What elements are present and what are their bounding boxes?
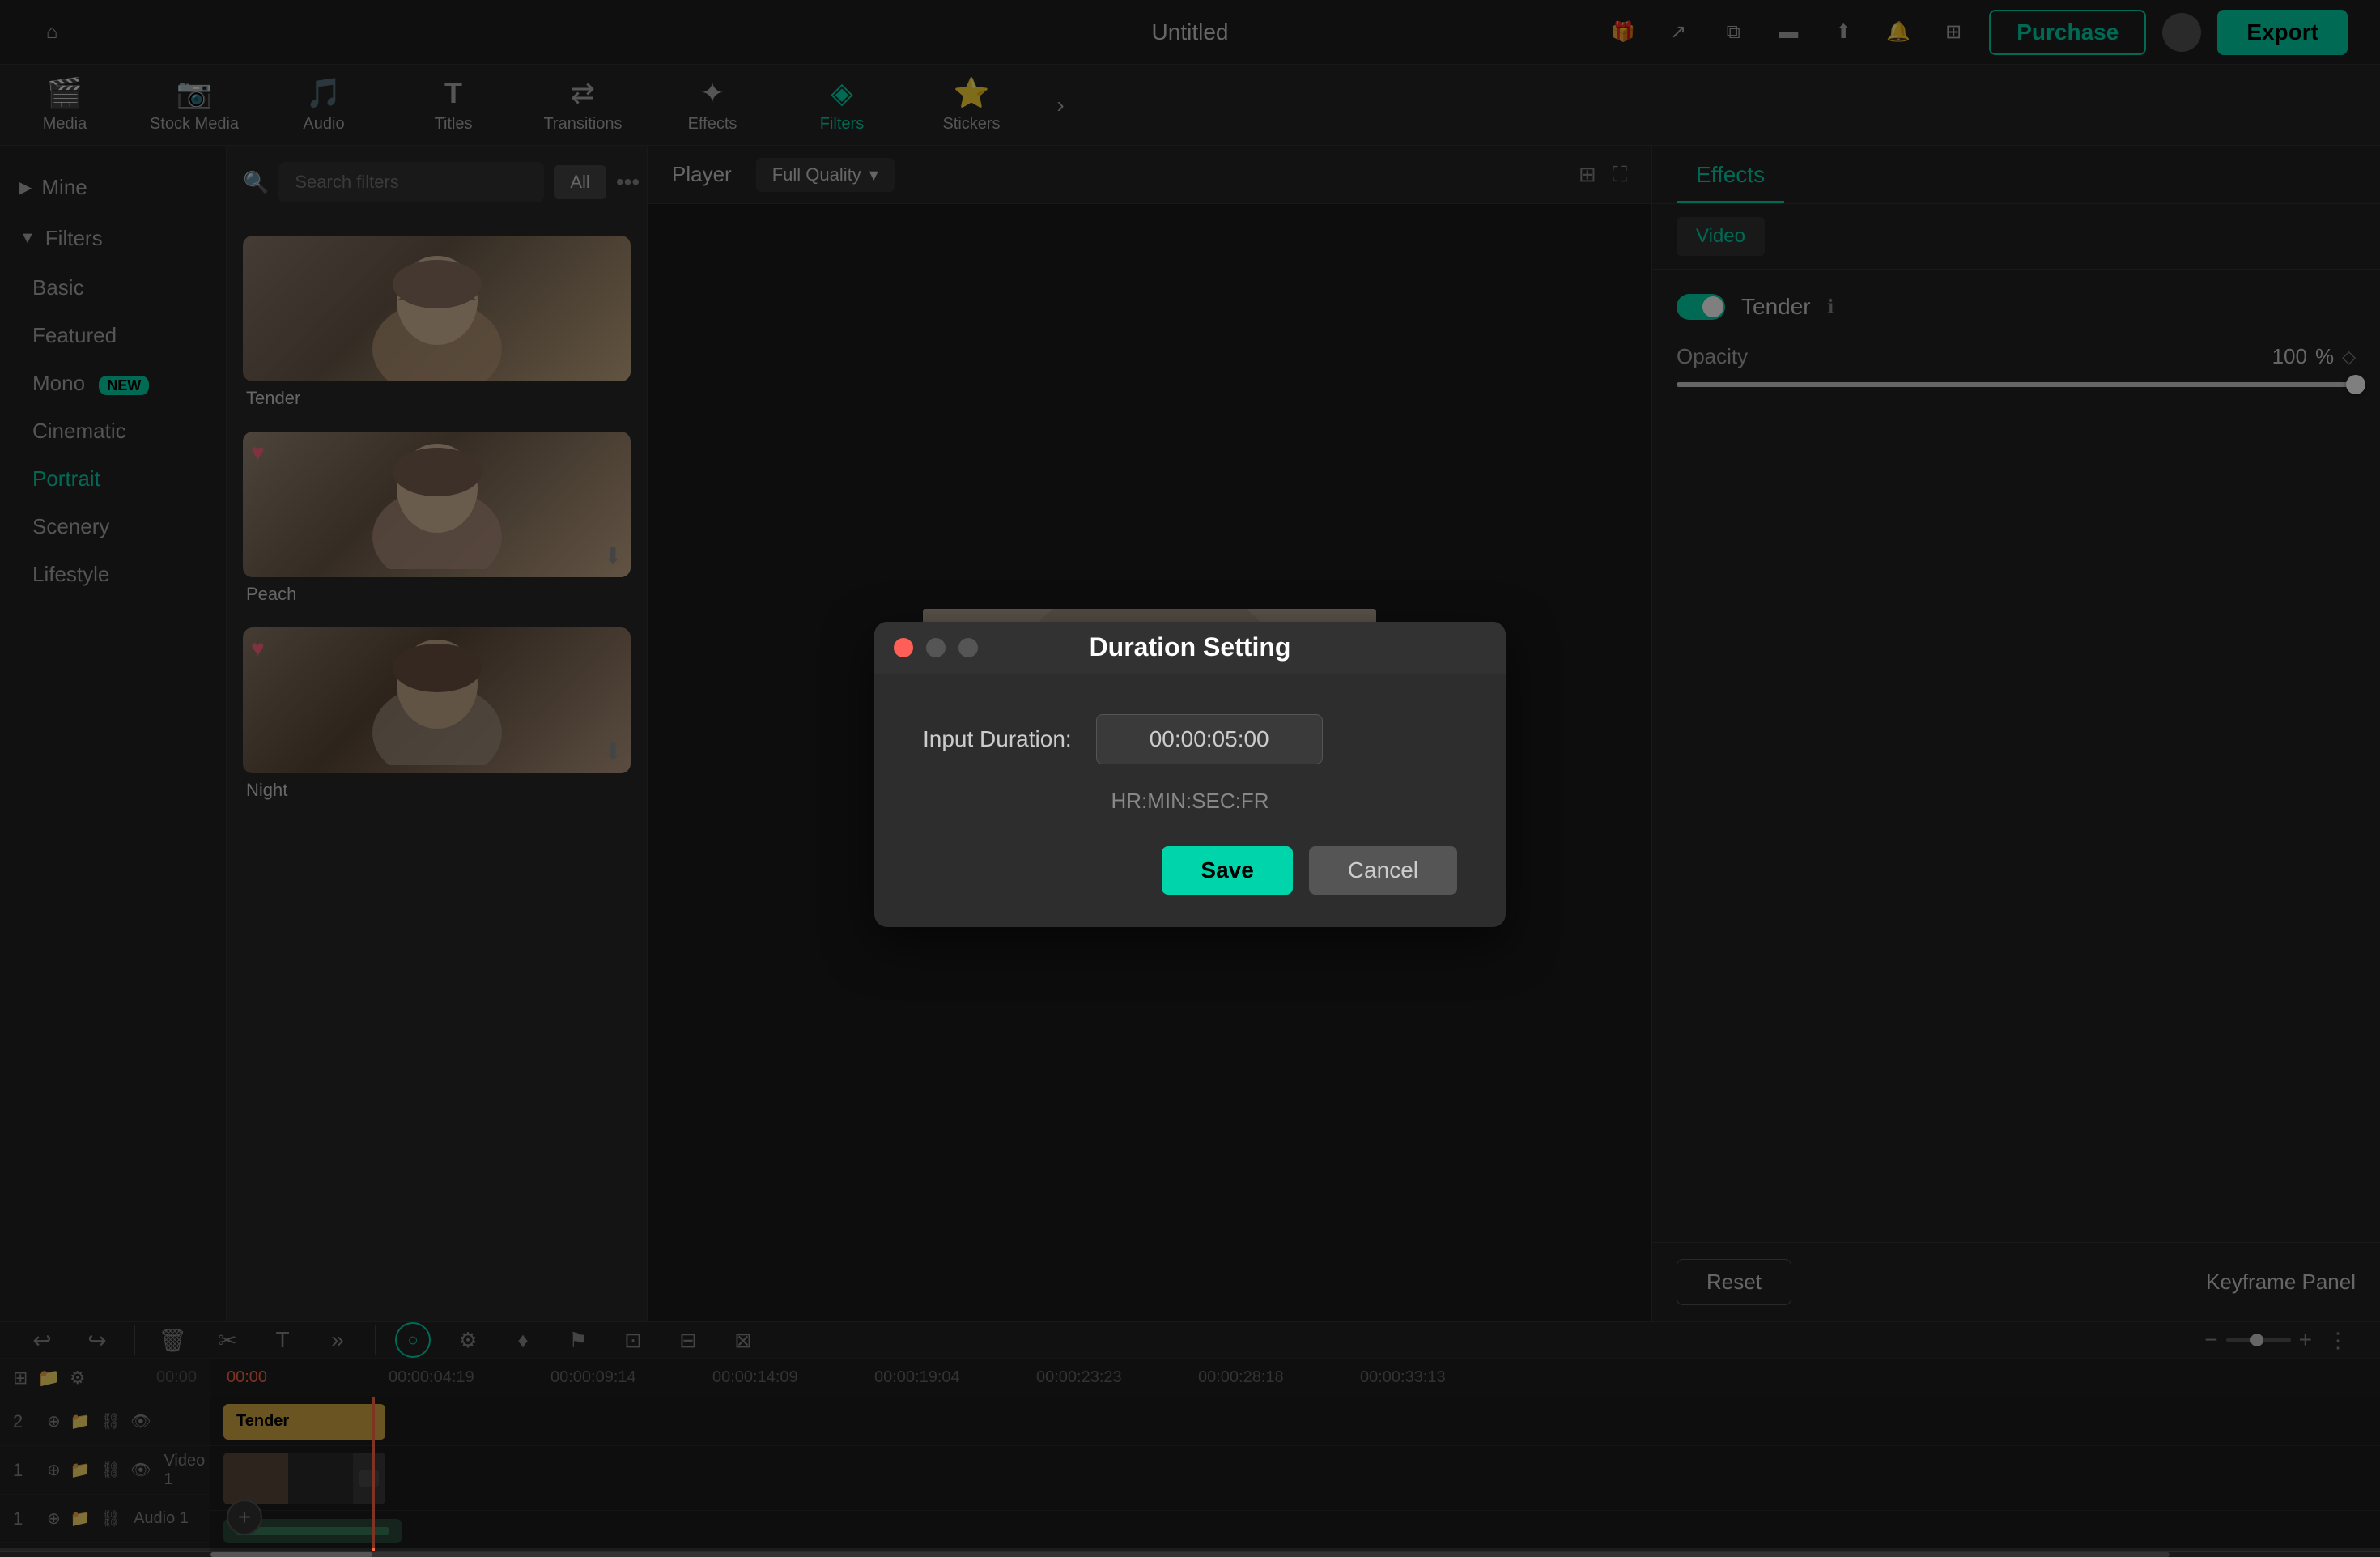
cancel-button[interactable]: Cancel — [1309, 846, 1457, 895]
dialog-close-button[interactable] — [894, 638, 913, 657]
scrollbar-thumb[interactable] — [210, 1552, 372, 1557]
dialog-titlebar: Duration Setting — [874, 622, 1506, 674]
dialog-minimize-button[interactable] — [926, 638, 946, 657]
duration-hint: HR:MIN:SEC:FR — [923, 789, 1457, 814]
dialog-body: Input Duration: HR:MIN:SEC:FR Save Cance… — [874, 674, 1506, 927]
timeline-scrollbar — [0, 1551, 2380, 1557]
input-duration-field: Input Duration: — [923, 714, 1457, 764]
scrollbar-track[interactable] — [210, 1552, 2170, 1557]
duration-input[interactable] — [1096, 714, 1323, 764]
dialog-overlay: Duration Setting Input Duration: HR:MIN:… — [0, 0, 2380, 1548]
dialog-title: Duration Setting — [1090, 632, 1291, 662]
input-duration-label: Input Duration: — [923, 726, 1072, 752]
dialog-buttons: Save Cancel — [923, 846, 1457, 895]
dialog-maximize-button[interactable] — [958, 638, 978, 657]
duration-dialog: Duration Setting Input Duration: HR:MIN:… — [874, 622, 1506, 927]
save-button[interactable]: Save — [1162, 846, 1292, 895]
